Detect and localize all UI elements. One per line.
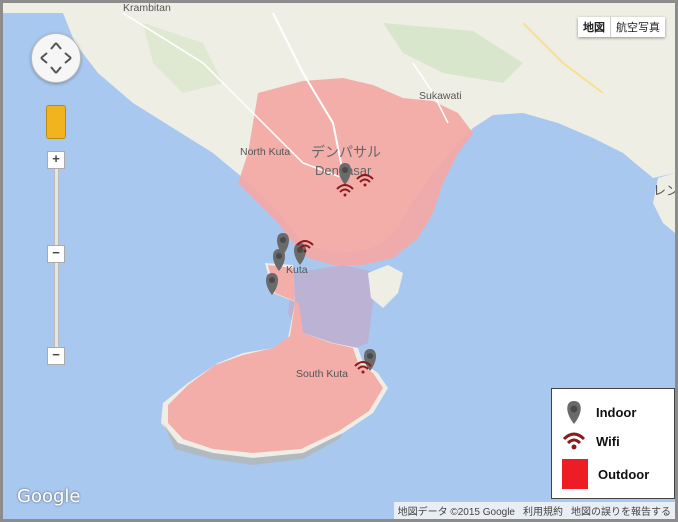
legend-label: Wifi: [596, 433, 620, 449]
map-legend: Indoor Wifi Outdoor: [551, 388, 675, 499]
terms-link[interactable]: 利用規約: [523, 503, 563, 518]
google-logo: Google: [17, 486, 81, 507]
outdoor-swatch-icon: [562, 459, 588, 489]
wifi-icon: [562, 432, 586, 450]
place-label: Sukawati: [419, 90, 462, 102]
report-error-link[interactable]: 地図の誤りを報告する: [571, 503, 671, 518]
place-label: North Kuta: [240, 146, 290, 158]
attribution-bar: 地図データ ©2015 Google 利用規約 地図の誤りを報告する: [393, 502, 675, 519]
legend-label: Outdoor: [598, 466, 650, 482]
pan-control[interactable]: [31, 33, 81, 83]
place-label: Kuta: [286, 264, 308, 276]
place-label: South Kuta: [296, 368, 348, 380]
zoom-in-button[interactable]: +: [47, 151, 65, 169]
place-label: Krambitan: [123, 3, 171, 14]
map-type-map-button[interactable]: 地図: [578, 17, 610, 37]
street-view-pegman-icon[interactable]: [46, 105, 66, 139]
legend-item-outdoor: Outdoor: [562, 459, 649, 489]
place-label: レン: [653, 183, 675, 198]
zoom-out-button[interactable]: −: [47, 347, 65, 365]
map-type-control[interactable]: 地図 航空写真: [578, 17, 665, 37]
legend-label: Indoor: [596, 404, 637, 420]
map-type-satellite-button[interactable]: 航空写真: [610, 17, 665, 37]
pan-arrows-icon: [40, 42, 72, 74]
legend-item-indoor: Indoor: [562, 399, 636, 425]
zoom-slider-handle[interactable]: −: [47, 245, 65, 263]
legend-item-wifi: Wifi: [562, 429, 620, 453]
place-label: デンパサル: [311, 144, 381, 160]
indoor-pin-icon: [567, 401, 581, 424]
map-data-credit: 地図データ ©2015 Google: [397, 507, 515, 518]
